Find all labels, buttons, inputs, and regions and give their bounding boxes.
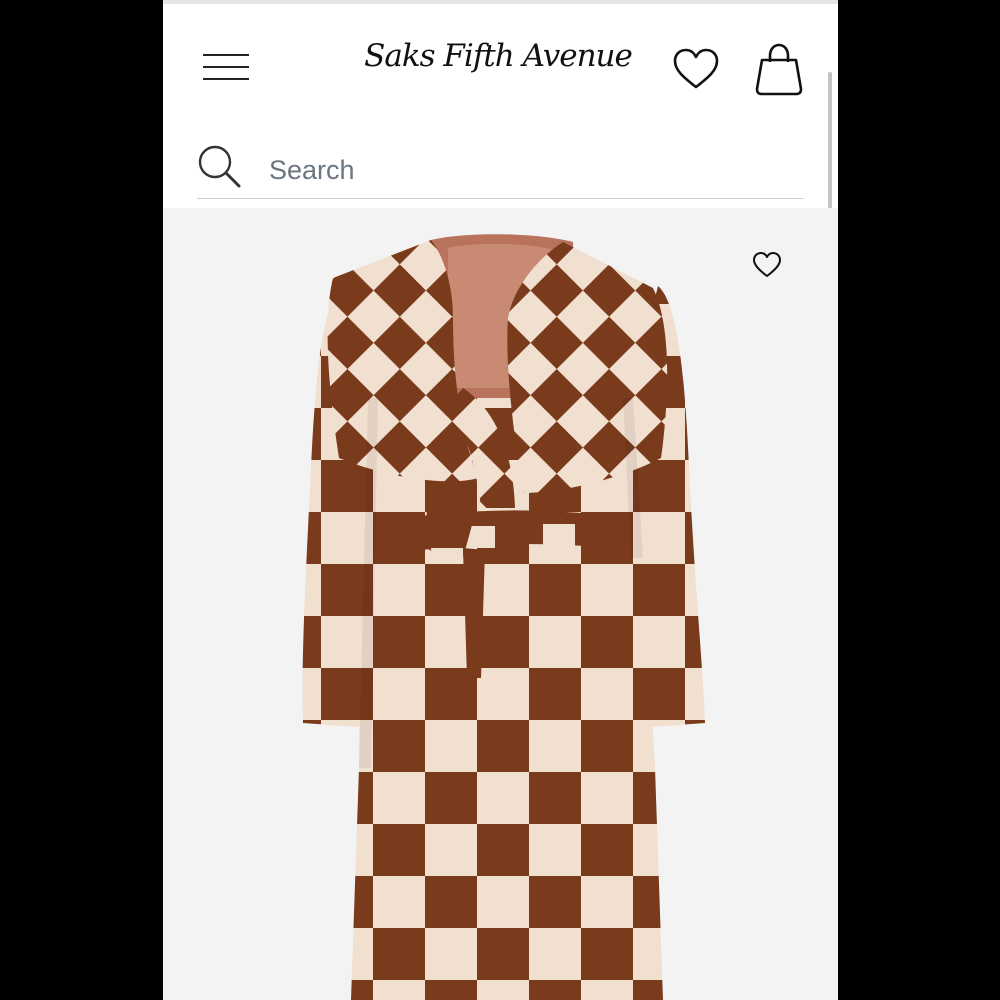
search-bar — [197, 140, 804, 199]
app-screen: Saks Fifth Avenue — [163, 0, 838, 1000]
search-icon[interactable] — [197, 144, 243, 190]
search-input[interactable] — [267, 152, 791, 188]
shopping-bag-icon[interactable] — [753, 42, 805, 98]
wishlist-heart-icon[interactable] — [671, 46, 721, 92]
brand-logo[interactable]: Saks Fifth Avenue — [363, 38, 633, 74]
hamburger-menu-icon[interactable] — [203, 54, 249, 80]
product-wishlist-heart-icon[interactable] — [751, 250, 783, 280]
product-image-area[interactable] — [163, 208, 838, 1000]
checkered-coat-image — [302, 234, 705, 1000]
top-header: Saks Fifth Avenue — [163, 4, 838, 124]
